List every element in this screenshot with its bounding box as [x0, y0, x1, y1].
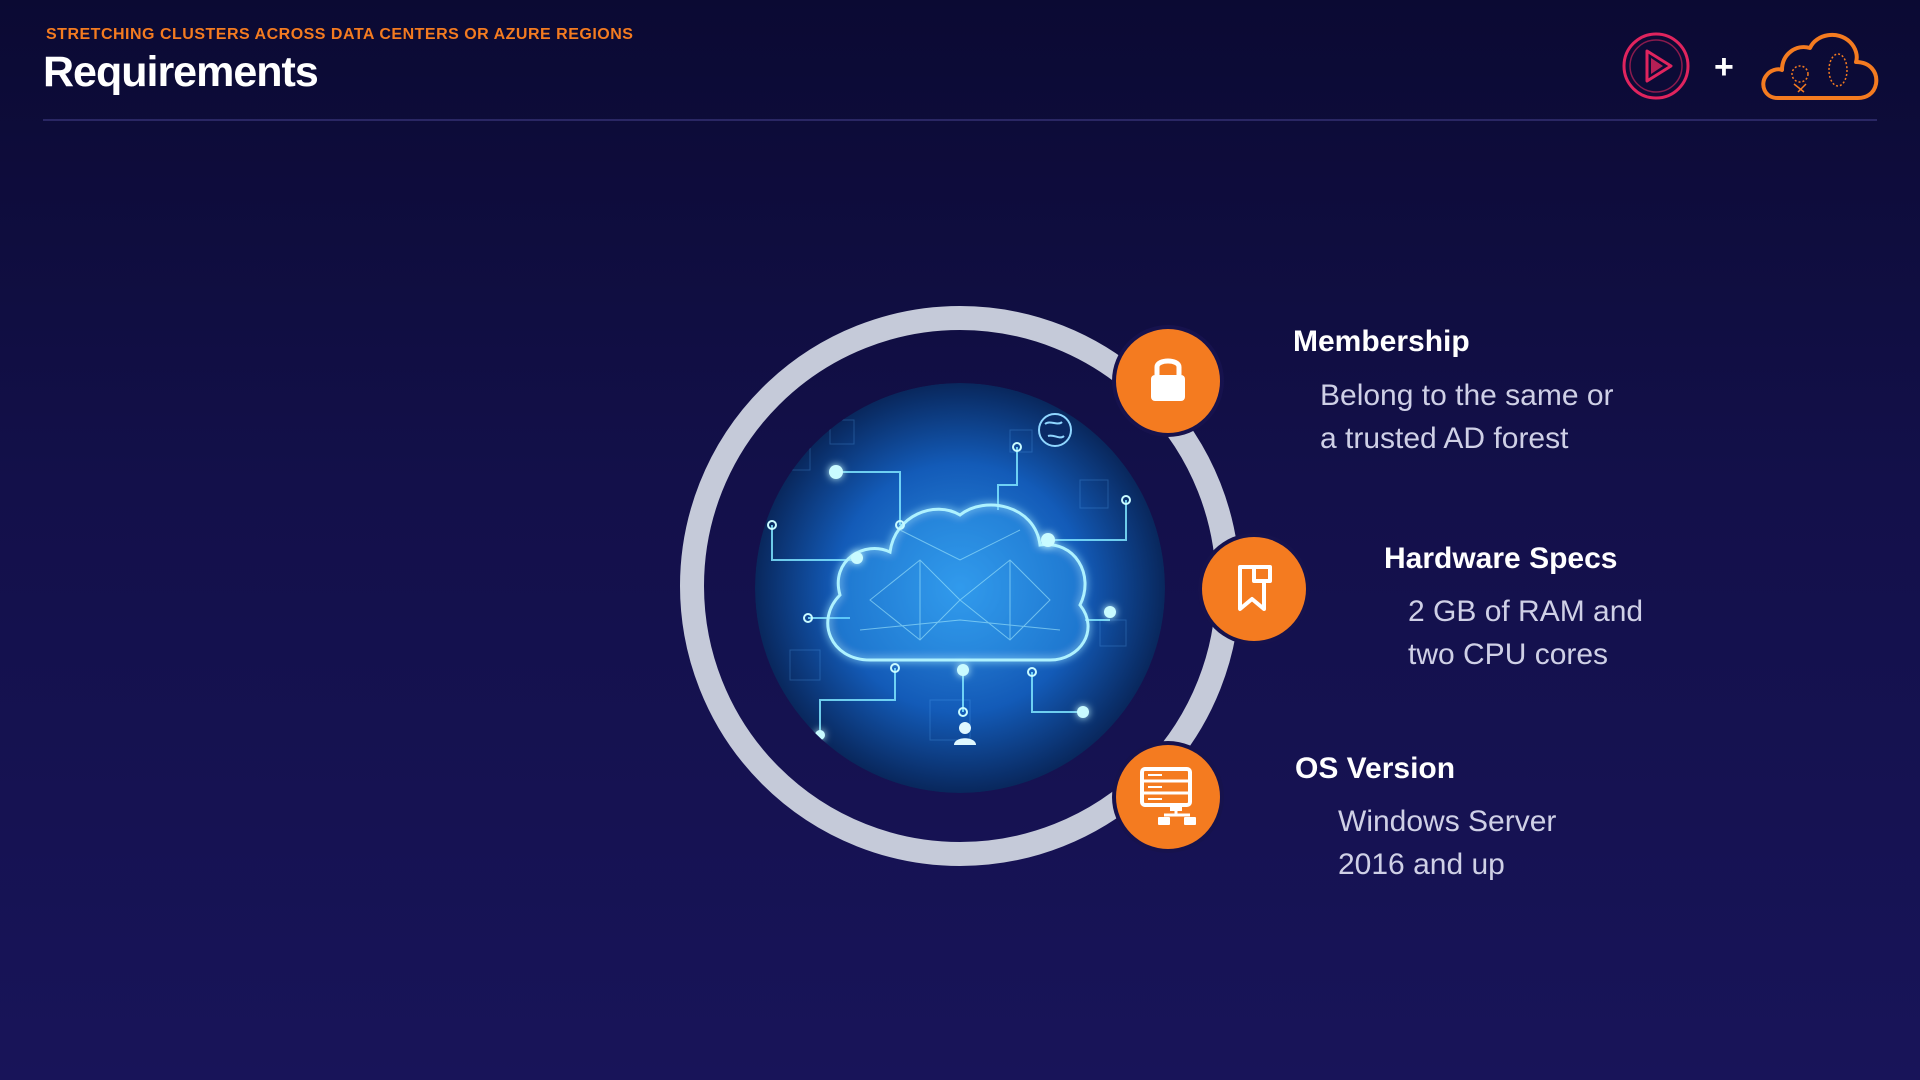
requirement-description-line: two CPU cores [1408, 638, 1609, 671]
os-version-badge [1116, 745, 1220, 849]
cloud-network-illustration [755, 383, 1165, 793]
hardware-specs-badge [1202, 537, 1306, 641]
requirement-description-line: a trusted AD forest [1320, 422, 1569, 455]
requirement-title: Hardware Specs [1384, 542, 1618, 575]
membership-badge [1116, 329, 1220, 433]
bookmark-icon [1238, 565, 1272, 611]
requirement-description-line: 2 GB of RAM and [1408, 595, 1644, 628]
server-network-icon [1140, 767, 1196, 825]
requirement-description-line: 2016 and up [1338, 848, 1505, 881]
requirement-title: Membership [1293, 325, 1470, 358]
requirement-description-line: Belong to the same or [1320, 379, 1614, 412]
requirement-description-line: Windows Server [1338, 805, 1557, 838]
lock-icon [1151, 358, 1185, 401]
requirements-diagram [680, 306, 1240, 866]
requirement-title: OS Version [1295, 752, 1456, 785]
